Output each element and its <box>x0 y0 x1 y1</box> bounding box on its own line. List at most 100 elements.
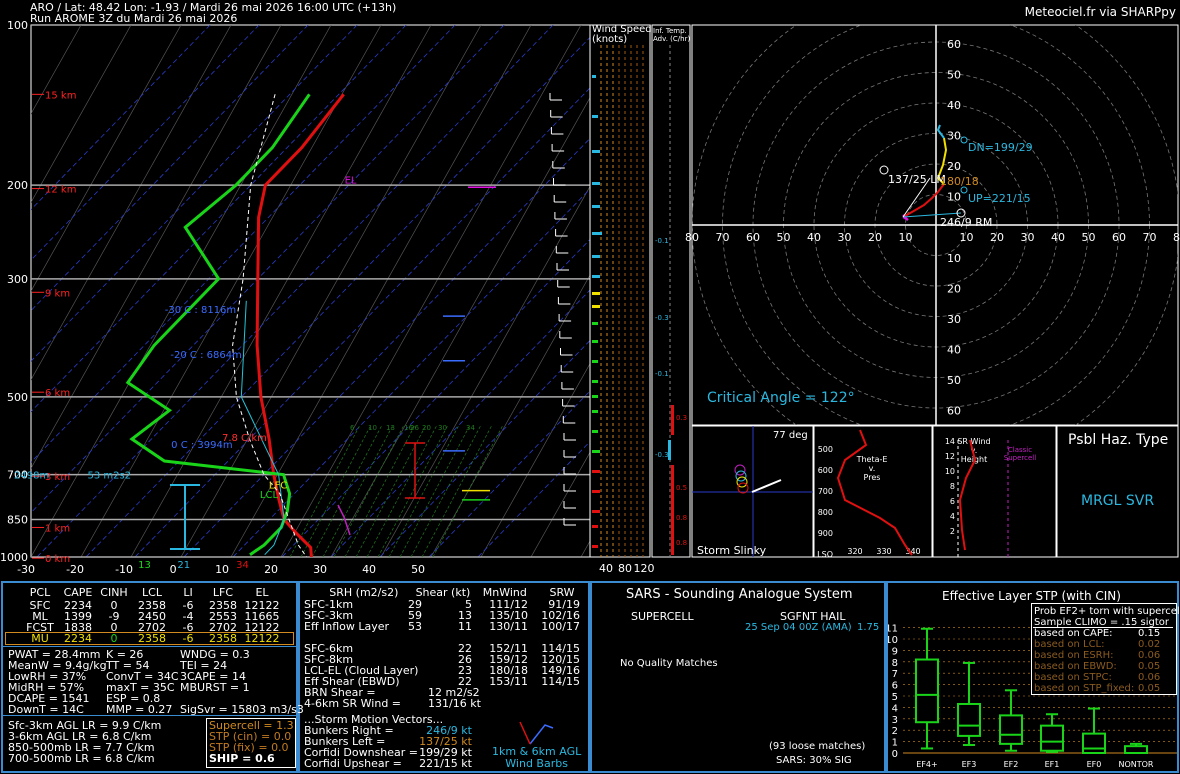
hodograph-tick: 30 <box>947 130 961 143</box>
sars-noquality: No Quality Matches <box>620 658 718 669</box>
prob-value: 0.05 <box>1138 683 1161 694</box>
hodograph-tick: 60 <box>947 38 961 51</box>
mixing-ratio-line <box>399 424 471 557</box>
sars-supercell: SUPERCELL <box>631 610 694 623</box>
thetae-title: Pres <box>864 473 881 482</box>
prob-label: based on STPC: <box>1034 672 1112 683</box>
height-label: 1 km <box>45 523 70 534</box>
parcel-header: LFC <box>212 586 234 599</box>
isotherm <box>477 440 590 557</box>
wind-speed-tick: 120 <box>634 562 655 575</box>
mixing-ratio-label: 30 <box>438 424 447 432</box>
hodograph-tick: 40 <box>947 344 961 357</box>
thetae-ytick: 600 <box>818 466 833 475</box>
wind-speed-bar <box>592 470 600 473</box>
skewt-annotation: LCL <box>260 490 279 501</box>
temp-tick-label: 0 <box>170 563 177 576</box>
parcel-header: LCL <box>142 586 162 599</box>
hodograph-tick: 50 <box>1082 231 1096 244</box>
parcel-header: CINH <box>100 586 128 599</box>
isotherm <box>183 137 590 557</box>
hodograph-plot: DN=199/29 137/25 LM180/18 UP=221/15 246/9 R… <box>692 25 1178 425</box>
isotherm <box>281 238 590 557</box>
mixing-ratio-line <box>311 424 383 557</box>
thetae-ytick: 700 <box>818 487 833 496</box>
barbs-label: 1km & 6km AGL Wind Barbs <box>492 745 582 770</box>
pressure-tick-label: 300 <box>7 273 28 286</box>
hodograph-tick: 30 <box>838 231 852 244</box>
prob-label: based on ESRH: <box>1034 650 1114 661</box>
lm-marker <box>879 165 889 175</box>
mixing-ratio-label: 34 <box>466 424 475 432</box>
inftemp-value: 0.3 <box>676 414 687 422</box>
hodograph-tick: 10 <box>947 252 961 265</box>
prob-value: 0.02 <box>1138 639 1161 650</box>
isotherm <box>36 25 554 557</box>
inftemp-value: -0.1 <box>655 370 669 378</box>
inftemp-value: 0.8 <box>676 514 687 522</box>
hodo-trace-high <box>936 124 945 139</box>
srwind-ytick: 8 <box>950 482 955 491</box>
pressure-tick-label: 200 <box>7 179 28 192</box>
wind-speed-bar <box>592 510 600 513</box>
temp-tick-label: 40 <box>362 563 376 576</box>
mixing-ratio-line <box>322 424 394 557</box>
srwind-ytick: 6 <box>950 497 955 506</box>
hodograph-tick: 50 <box>777 231 791 244</box>
dry-adiabat <box>731 25 1031 557</box>
wind-speed-bar <box>592 115 598 118</box>
wind-speed-bar <box>592 232 602 235</box>
wind-speed-bar <box>592 275 600 278</box>
thetae-title: Theta-E <box>856 455 888 464</box>
divider <box>3 715 297 716</box>
hodograph-tick: 60 <box>746 231 760 244</box>
temp-tick-label: 30 <box>313 563 327 576</box>
wind-speed-bar <box>592 360 598 363</box>
wind-speed-bar <box>592 450 600 453</box>
hodograph-tick: 40 <box>1051 231 1065 244</box>
wind-speed-bar <box>592 340 598 343</box>
wind-speed-bar <box>592 322 598 325</box>
kin-value: 11 <box>458 620 472 633</box>
prob-value: 0.06 <box>1138 672 1161 683</box>
wind-speed-bar <box>592 150 600 153</box>
thetae-ytick: 900 <box>818 529 833 538</box>
srwind-label: 4-6km SR Wind = <box>304 697 402 710</box>
stp-title: Effective Layer STP (with CIN) <box>942 589 1121 603</box>
hodograph-tick: 20 <box>868 231 882 244</box>
mixing-ratio-label: 26 <box>410 424 419 432</box>
hodograph-tick: 10 <box>960 231 974 244</box>
hodograph-tick: 20 <box>947 283 961 296</box>
dry-adiabat <box>631 25 931 557</box>
slinky-label: Storm Slinky <box>697 544 767 557</box>
mixing-ratio-label: 10 <box>368 424 377 432</box>
critical-angle-label: Critical Angle = 122° <box>707 390 855 406</box>
prob-value: 0.05 <box>1138 661 1161 672</box>
kin-header: Shear (kt) <box>415 586 471 599</box>
dry-adiabat <box>380 185 590 557</box>
hodograph-tick: 10 <box>947 191 961 204</box>
srwind-classic: Classic <box>1008 446 1032 454</box>
dry-adiabat <box>580 540 590 557</box>
wind-speed-bar <box>592 430 598 433</box>
dry-adiabat <box>31 25 332 557</box>
mixing-ratio-line <box>344 424 416 557</box>
pressure-tick-label: 850 <box>7 513 28 526</box>
hodo-dn-label: DN=199/29 <box>968 141 1033 154</box>
kin-value: 130/11 <box>489 620 528 633</box>
wind-speed-bar <box>592 255 600 258</box>
hazard-value: MRGL SVR <box>1081 493 1155 509</box>
hodograph-tick: 30 <box>1021 231 1035 244</box>
wind-speed-bar <box>592 395 598 398</box>
parcel-header: LI <box>183 586 193 599</box>
kin-value: 100/17 <box>541 620 580 633</box>
skewt-plot <box>31 25 1031 557</box>
pressure-tick-label: 500 <box>7 391 28 404</box>
skewt-annotation: -30 C : 8116m <box>165 305 236 316</box>
hazard-title: Psbl Haz. Type <box>1068 432 1169 448</box>
index-value: MBURST = 1 <box>180 681 250 694</box>
srwind-ytick: 10 <box>945 467 955 476</box>
skewt-annotation: 21 <box>177 560 190 571</box>
wind-speed-bar <box>592 545 598 548</box>
prob-label: based on CAPE: <box>1034 628 1113 639</box>
